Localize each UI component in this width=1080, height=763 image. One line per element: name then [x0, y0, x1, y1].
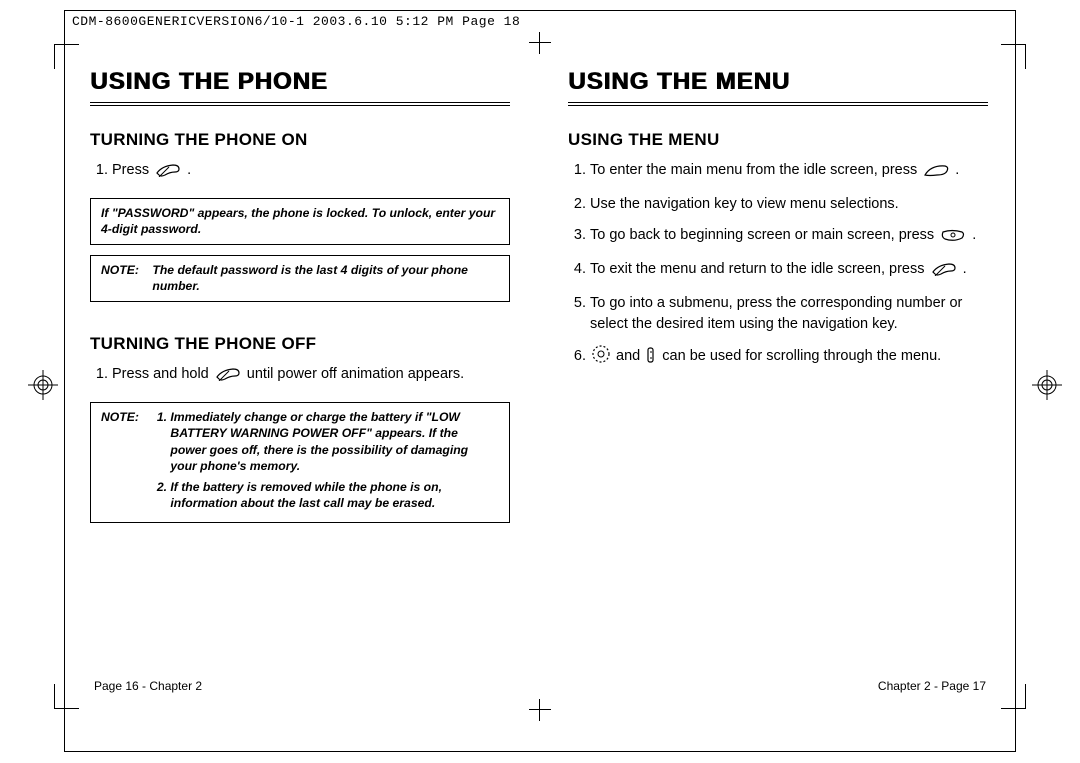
- section-heading: TURNING THE PHONE OFF: [90, 334, 510, 354]
- right-page: USING THE MENU USING THE MENU To enter t…: [568, 60, 988, 533]
- step-list: To enter the main menu from the idle scr…: [568, 160, 988, 370]
- softkey-icon: [923, 163, 949, 184]
- center-cross-icon: [529, 32, 551, 54]
- step-list: Press and hold until power off animation…: [90, 364, 510, 388]
- section-heading: TURNING THE PHONE ON: [90, 130, 510, 150]
- crop-mark: [1001, 44, 1026, 69]
- note-text: If the battery is removed while the phon…: [170, 479, 496, 512]
- left-page: USING THE PHONE TURNING THE PHONE ON Pre…: [90, 60, 510, 533]
- section-heading: USING THE MENU: [568, 130, 988, 150]
- note-label: NOTE:: [101, 409, 149, 425]
- side-key-icon: [646, 347, 656, 370]
- step-item: Press and hold until power off animation…: [112, 364, 510, 388]
- note-text: Immediately change or charge the battery…: [170, 409, 496, 475]
- end-key-icon: [155, 163, 181, 184]
- nav-key-icon: [592, 345, 610, 370]
- note-text: If "PASSWORD" appears, the phone is lock…: [101, 206, 495, 236]
- note-text: The default password is the last 4 digit…: [152, 262, 496, 295]
- page-footer: Page 16 - Chapter 2: [94, 679, 202, 693]
- crop-mark: [54, 684, 79, 709]
- step-item: To exit the menu and return to the idle …: [590, 259, 988, 283]
- source-file-header: CDM-8600GENERICVERSION6/10-1 2003.6.10 5…: [72, 14, 520, 29]
- chapter-heading: USING THE PHONE: [90, 68, 510, 106]
- crop-mark: [54, 44, 79, 69]
- registration-mark-icon: [1032, 370, 1062, 400]
- step-item: To go back to beginning screen or main s…: [590, 225, 988, 249]
- note-box: If "PASSWORD" appears, the phone is lock…: [90, 198, 510, 245]
- step-item: and can be used for scrolling through th…: [590, 345, 988, 370]
- clr-key-icon: [940, 228, 966, 249]
- step-item: To go into a submenu, press the correspo…: [590, 293, 988, 335]
- step-item: Press .: [112, 160, 510, 184]
- step-item: Use the navigation key to view menu sele…: [590, 194, 988, 215]
- end-key-icon: [215, 367, 241, 388]
- page-footer: Chapter 2 - Page 17: [878, 679, 986, 693]
- chapter-heading: USING THE MENU: [568, 68, 988, 106]
- note-label: NOTE:: [101, 262, 149, 278]
- step-item: To enter the main menu from the idle scr…: [590, 160, 988, 184]
- note-box: NOTE: Immediately change or charge the b…: [90, 402, 510, 523]
- step-list: Press .: [90, 160, 510, 184]
- center-cross-icon: [529, 699, 551, 721]
- note-box: NOTE: The default password is the last 4…: [90, 255, 510, 302]
- crop-mark: [1001, 684, 1026, 709]
- end-key-icon: [931, 262, 957, 283]
- registration-mark-icon: [28, 370, 58, 400]
